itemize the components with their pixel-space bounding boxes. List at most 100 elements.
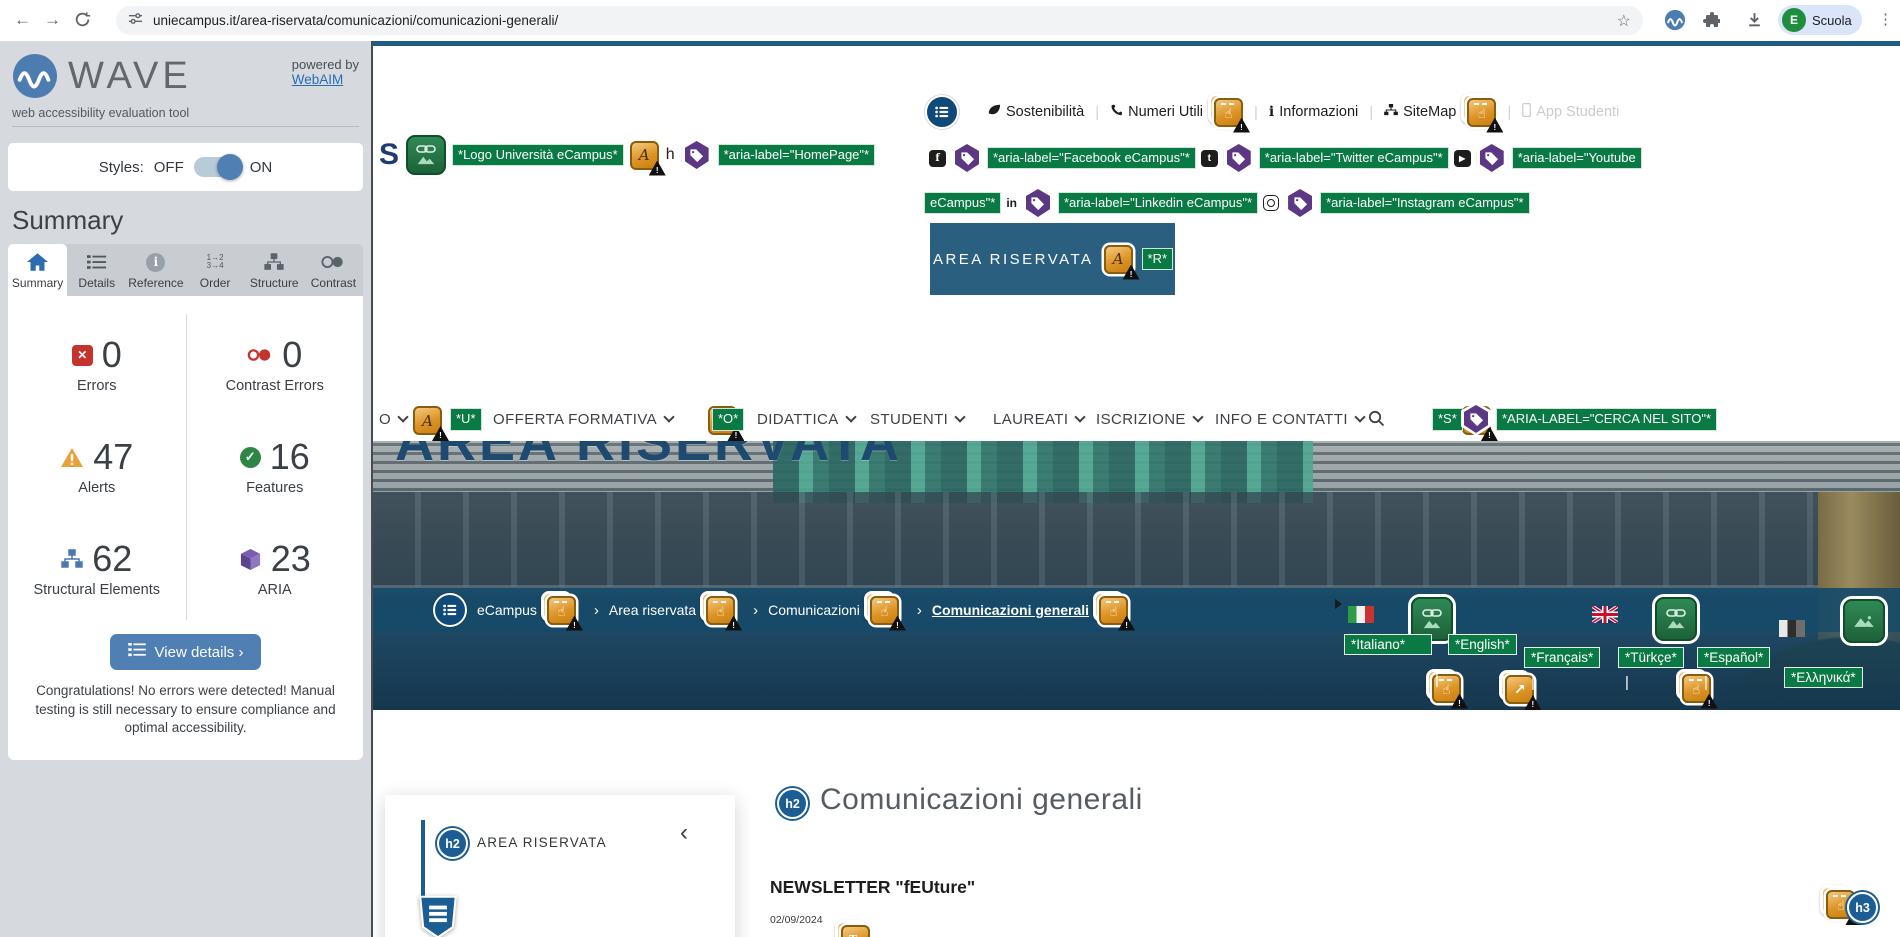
breadcrumb-link-ecampus[interactable]: eCampus: [477, 602, 537, 618]
youtube-icon[interactable]: ▶: [1453, 149, 1471, 167]
twitter-annotation: *aria-label="Twitter eCampus"*: [1259, 147, 1448, 169]
utility-link-app-studenti[interactable]: App Studenti: [1522, 102, 1619, 122]
styles-toggle-card: Styles: OFF ON: [8, 143, 363, 191]
evaluated-page: S *Logo Università eCampus* A! h *aria-l…: [373, 41, 1900, 937]
linked-image-icon[interactable]: [1655, 596, 1698, 641]
styles-on-label: ON: [249, 158, 273, 176]
lang-label-francais: *Français*: [1525, 648, 1600, 667]
r-annotation: *R*: [1142, 248, 1173, 270]
utility-link-informazioni[interactable]: i Informazioni: [1269, 104, 1358, 120]
new-window-alert-icon[interactable]: ↗!: [1499, 670, 1542, 710]
menu-kebab-icon[interactable]: ⋮: [1878, 8, 1893, 32]
powered-by-text: powered by: [291, 57, 359, 72]
styles-toggle[interactable]: [193, 154, 243, 180]
collapse-chevron[interactable]: ‹: [680, 819, 688, 847]
nav-element-shield-icon[interactable]: [419, 895, 457, 937]
linkedin-annotation: *aria-label="Linkedin eCampus"*: [1058, 192, 1258, 214]
utility-link-sitemap[interactable]: SiteMap: [1384, 103, 1456, 121]
linked-image-icon[interactable]: [406, 135, 447, 175]
tab-summary[interactable]: Summary: [8, 244, 68, 296]
h3-badge[interactable]: h3: [1847, 892, 1878, 923]
nav-item-cut[interactable]: O: [379, 411, 407, 428]
redundant-link-alert-icon[interactable]: ☝!: [700, 590, 743, 631]
redundant-link-alert-icon[interactable]: ☝!: [1461, 92, 1504, 133]
facebook-icon[interactable]: f: [929, 149, 946, 167]
structure-tree-icon: [245, 251, 304, 273]
utility-link-numeri-utili[interactable]: Numeri Utili: [1110, 103, 1203, 121]
redundant-link-alert-icon[interactable]: ☝!: [863, 590, 906, 631]
h2-badge[interactable]: h2: [437, 828, 468, 859]
lang-separator: |: [1435, 671, 1439, 688]
back-icon[interactable]: ←: [14, 8, 31, 32]
webaim-link[interactable]: WebAIM: [292, 72, 344, 87]
browser-toolbar: ← → uniecampus.it/area-riservata/comunic…: [0, 0, 1900, 42]
view-details-button[interactable]: View details ›: [109, 634, 262, 670]
info-circle-icon: i: [126, 251, 185, 273]
list-icon: [67, 251, 126, 273]
nav-item-info-contatti[interactable]: INFO E CONTATTI: [1215, 411, 1364, 428]
url-text: uniecampus.it/area-riservata/comunicazio…: [153, 13, 559, 28]
profile-chip[interactable]: E Scuola: [1778, 5, 1862, 35]
main-nav-bar: O A! *U* OFFERTA FORMATIVA A! *O* DIDATT…: [373, 399, 1900, 441]
nav-item-didattica[interactable]: DIDATTICA: [757, 411, 855, 428]
forward-icon[interactable]: →: [44, 8, 61, 32]
stat-errors: ✕ 0 Errors: [8, 314, 186, 416]
lang-label-espanol: *Español*: [1698, 648, 1770, 667]
nav-item-offerta-formativa[interactable]: OFFERTA FORMATIVA: [493, 411, 673, 428]
bookmark-star-icon[interactable]: ☆: [1617, 11, 1631, 31]
linked-image-icon[interactable]: [1411, 596, 1454, 641]
download-icon[interactable]: [1746, 11, 1763, 35]
linkedin-icon[interactable]: in: [1006, 196, 1017, 210]
article-title[interactable]: NEWSLETTER "fEUture": [770, 877, 975, 898]
tab-structure[interactable]: Structure: [245, 244, 304, 296]
tab-details[interactable]: Details: [67, 244, 126, 296]
nav-item-studenti[interactable]: STUDENTI: [870, 411, 964, 428]
instagram-icon[interactable]: [1263, 195, 1280, 211]
aria-label-tag-icon[interactable]: [1285, 186, 1316, 220]
extensions-puzzle-icon[interactable]: [1703, 11, 1721, 35]
twitter-icon[interactable]: t: [1200, 149, 1218, 167]
wave-extension-icon[interactable]: [1664, 9, 1686, 38]
url-bar[interactable]: uniecampus.it/area-riservata/comunicazio…: [116, 6, 1643, 35]
styles-label: Styles:: [98, 158, 144, 176]
menu-toggler-icon[interactable]: [925, 95, 959, 129]
flag-uk[interactable]: [1590, 604, 1619, 624]
aria-label-tag-icon[interactable]: [952, 141, 982, 175]
s-annotation: *S*: [1433, 409, 1462, 430]
area-riservata-button[interactable]: AREA RISERVATA A! *R*: [930, 223, 1175, 295]
alt-alert-icon[interactable]: A!: [413, 406, 449, 441]
image-icon[interactable]: [1842, 599, 1885, 643]
reload-icon[interactable]: [74, 11, 91, 35]
breadcrumb-home-icon[interactable]: [433, 593, 467, 627]
redundant-link-alert-icon[interactable]: ☝!: [540, 590, 583, 631]
flag-france[interactable]: [1779, 619, 1806, 637]
h2-badge[interactable]: h2: [777, 788, 808, 819]
flag-italy[interactable]: [1348, 605, 1374, 623]
search-icon[interactable]: [1368, 410, 1385, 432]
breadcrumb-link-comunicazioni[interactable]: Comunicazioni: [768, 602, 860, 618]
redundant-link-alert-icon[interactable]: ☝!: [1208, 92, 1251, 133]
nav-item-laureati[interactable]: LAUREATI: [993, 411, 1084, 428]
redundant-link-alert-icon[interactable]: ☝!: [1093, 590, 1136, 631]
site-info-icon[interactable]: [128, 11, 143, 31]
tab-contrast[interactable]: Contrast: [304, 244, 363, 296]
info-icon: i: [1268, 104, 1275, 120]
nav-item-iscrizione[interactable]: ISCRIZIONE: [1096, 411, 1202, 428]
utility-link-sostenibilita[interactable]: Sostenibilità: [987, 103, 1084, 121]
aria-label-tag-icon[interactable]: [1476, 141, 1507, 175]
breadcrumb-link-area-riservata[interactable]: Area riservata: [609, 602, 696, 618]
profile-avatar: E: [1782, 8, 1806, 32]
aria-label-tag-icon[interactable]: [681, 138, 712, 172]
breadcrumb-current[interactable]: Comunicazioni generali: [932, 602, 1089, 618]
small-text-alert-icon[interactable]: Ts!: [835, 920, 870, 937]
error-icon: ✕: [71, 344, 93, 366]
alt-alert-icon[interactable]: A!: [629, 140, 666, 176]
tab-order[interactable]: 1→2 3→4 Order: [186, 244, 245, 296]
lang-separator: |: [1531, 674, 1535, 691]
aria-label-tag-icon[interactable]: [1223, 141, 1254, 175]
alt-alert-icon[interactable]: A!: [1103, 244, 1140, 280]
stat-structural: 62 Structural Elements: [33, 538, 161, 598]
aria-label-tag-icon[interactable]: [1022, 186, 1053, 220]
tab-reference[interactable]: i Reference: [126, 244, 185, 296]
lang-label-turkce: *Türkçe*: [1619, 648, 1683, 667]
